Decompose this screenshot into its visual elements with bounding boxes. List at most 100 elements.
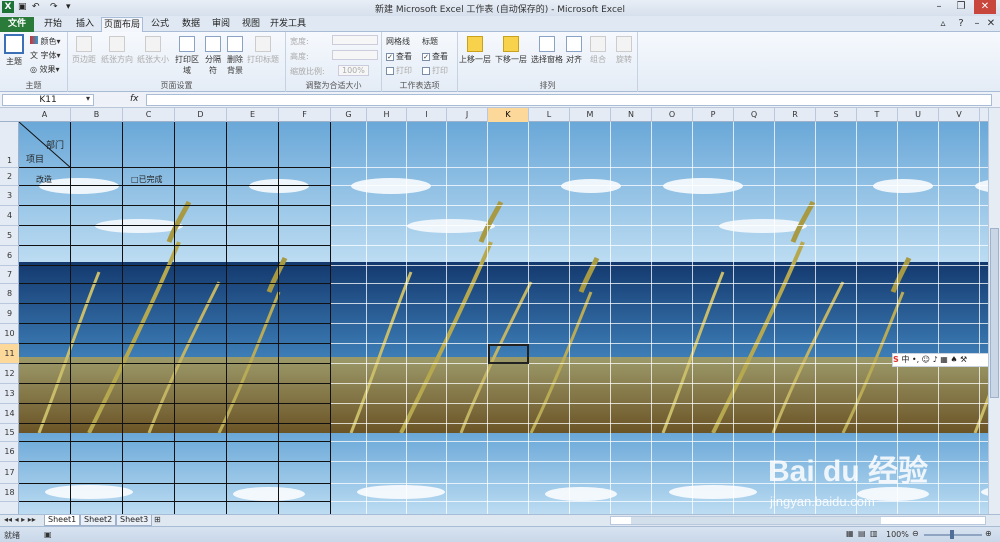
row-header-11[interactable]: 11 xyxy=(0,344,19,364)
orientation-button[interactable]: 纸张方向 xyxy=(100,36,134,65)
row-header-18[interactable]: 18 xyxy=(0,484,19,502)
height-select[interactable] xyxy=(332,50,378,60)
column-header-q[interactable]: Q xyxy=(734,108,775,122)
page-layout-view-icon[interactable]: ▤ xyxy=(858,529,866,538)
column-header-a[interactable]: A xyxy=(19,108,71,122)
minimize-icon[interactable]: – xyxy=(928,0,950,14)
column-header-l[interactable]: L xyxy=(529,108,570,122)
row-header-5[interactable]: 5 xyxy=(0,226,19,246)
column-header-f[interactable]: F xyxy=(279,108,331,122)
column-header-u[interactable]: U xyxy=(898,108,939,122)
group-button[interactable]: 组合 xyxy=(588,36,608,65)
column-header-e[interactable]: E xyxy=(227,108,279,122)
row-header-10[interactable]: 10 xyxy=(0,324,19,344)
row-header-16[interactable]: 16 xyxy=(0,442,19,462)
column-header-n[interactable]: N xyxy=(611,108,652,122)
theme-effects-button[interactable]: ◎ 效果▾ xyxy=(30,64,60,75)
width-select[interactable] xyxy=(332,35,378,45)
tab-formulas[interactable]: 公式 xyxy=(146,17,174,32)
row-header-13[interactable]: 13 xyxy=(0,384,19,404)
bring-forward-button[interactable]: 上移一层 xyxy=(458,36,492,65)
tab-insert[interactable]: 插入 xyxy=(70,17,100,32)
tab-file[interactable]: 文件 xyxy=(0,17,34,32)
active-cell-k11[interactable] xyxy=(488,344,529,364)
row-header-1[interactable]: 1 xyxy=(0,122,19,168)
sheet-nav-icon[interactable]: ◂◂ ◂ ▸ ▸▸ xyxy=(4,515,36,524)
print-titles-button[interactable]: 打印标题 xyxy=(246,36,280,65)
gridlines-view-checkbox[interactable]: ✓ 查看 xyxy=(386,51,412,62)
tab-view[interactable]: 视图 xyxy=(237,17,265,32)
page-break-view-icon[interactable]: ▥ xyxy=(870,529,878,538)
row-gridline xyxy=(331,303,988,304)
sheet-tab-2[interactable]: Sheet2 xyxy=(80,515,117,526)
row-header-15[interactable]: 15 xyxy=(0,424,19,442)
column-header-t[interactable]: T xyxy=(857,108,898,122)
gridlines-print-checkbox[interactable]: 打印 xyxy=(386,65,412,76)
column-header-s[interactable]: S xyxy=(816,108,857,122)
column-header-v[interactable]: V xyxy=(939,108,980,122)
tab-page-layout[interactable]: 页面布局 xyxy=(101,17,143,32)
formula-input[interactable] xyxy=(146,94,992,106)
workbook-close-icon[interactable]: ✕ xyxy=(980,17,1000,31)
close-icon[interactable]: ✕ xyxy=(974,0,996,14)
column-header-r[interactable]: R xyxy=(775,108,816,122)
insert-function-icon[interactable]: fx xyxy=(130,94,139,104)
ime-toolbar[interactable]: S 中 •, ☺ ♪ ▦ ♠ ⚒ xyxy=(892,353,995,367)
row-header-8[interactable]: 8 xyxy=(0,284,19,304)
headings-print-checkbox[interactable]: 打印 xyxy=(422,65,448,76)
column-header-h[interactable]: H xyxy=(367,108,407,122)
row-header-12[interactable]: 12 xyxy=(0,364,19,384)
zoom-out-icon[interactable]: ⊖ xyxy=(912,529,919,538)
column-header-p[interactable]: P xyxy=(693,108,734,122)
insert-sheet-icon[interactable]: ⊞ xyxy=(154,515,161,524)
margins-button[interactable]: 页边距 xyxy=(71,36,97,65)
restore-icon[interactable]: ❐ xyxy=(950,0,972,14)
breaks-button[interactable]: 分隔符 xyxy=(202,36,224,76)
tab-developer[interactable]: 开发工具 xyxy=(268,17,308,32)
column-header-k[interactable]: K xyxy=(488,108,529,122)
scale-input[interactable]: 100% xyxy=(338,65,369,76)
row-header-6[interactable]: 6 xyxy=(0,246,19,266)
vertical-scroll-thumb[interactable] xyxy=(990,228,999,398)
vertical-scrollbar[interactable] xyxy=(988,108,1000,514)
row-header-14[interactable]: 14 xyxy=(0,404,19,424)
zoom-in-icon[interactable]: ⊕ xyxy=(985,529,992,538)
name-box[interactable]: K11 xyxy=(2,94,94,106)
column-header-d[interactable]: D xyxy=(175,108,227,122)
column-header-j[interactable]: J xyxy=(447,108,488,122)
theme-fonts-button[interactable]: 文 字体▾ xyxy=(30,50,61,61)
size-button[interactable]: 纸张大小 xyxy=(136,36,170,65)
column-header-g[interactable]: G xyxy=(331,108,367,122)
row-header-2[interactable]: 2 xyxy=(0,168,19,186)
column-header-m[interactable]: M xyxy=(570,108,611,122)
row-header-7[interactable]: 7 xyxy=(0,266,19,284)
theme-colors-button[interactable]: 颜色▾ xyxy=(30,36,61,47)
row-header-4[interactable]: 4 xyxy=(0,206,19,226)
column-header-b[interactable]: B xyxy=(71,108,123,122)
send-backward-button[interactable]: 下移一层 xyxy=(494,36,528,65)
sheet-tab-3[interactable]: Sheet3 xyxy=(116,515,153,526)
table-border-line xyxy=(19,403,331,404)
print-area-button[interactable]: 打印区域 xyxy=(172,36,202,76)
row-header-9[interactable]: 9 xyxy=(0,304,19,324)
zoom-slider-thumb[interactable] xyxy=(950,530,954,539)
column-header-o[interactable]: O xyxy=(652,108,693,122)
rotate-button[interactable]: 旋转 xyxy=(614,36,634,65)
name-box-dropdown-icon[interactable]: ▾ xyxy=(86,94,90,103)
selection-pane-button[interactable]: 选择窗格 xyxy=(530,36,564,65)
tab-review[interactable]: 审阅 xyxy=(207,17,235,32)
tab-data[interactable]: 数据 xyxy=(177,17,205,32)
zoom-level[interactable]: 100% xyxy=(886,530,909,539)
normal-view-icon[interactable]: ▦ xyxy=(846,529,854,538)
row-header-3[interactable]: 3 xyxy=(0,186,19,206)
tab-home[interactable]: 开始 xyxy=(38,17,68,32)
delete-background-button[interactable]: 删除背景 xyxy=(226,36,244,76)
sheet-tab-1[interactable]: Sheet1 xyxy=(44,515,81,526)
align-button[interactable]: 对齐 xyxy=(564,36,584,65)
themes-button[interactable]: 主题 xyxy=(2,34,26,67)
macro-record-icon[interactable]: ▣ xyxy=(44,530,52,539)
headings-view-checkbox[interactable]: ✓ 查看 xyxy=(422,51,448,62)
column-header-i[interactable]: I xyxy=(407,108,447,122)
column-header-c[interactable]: C xyxy=(123,108,175,122)
row-header-17[interactable]: 17 xyxy=(0,462,19,484)
